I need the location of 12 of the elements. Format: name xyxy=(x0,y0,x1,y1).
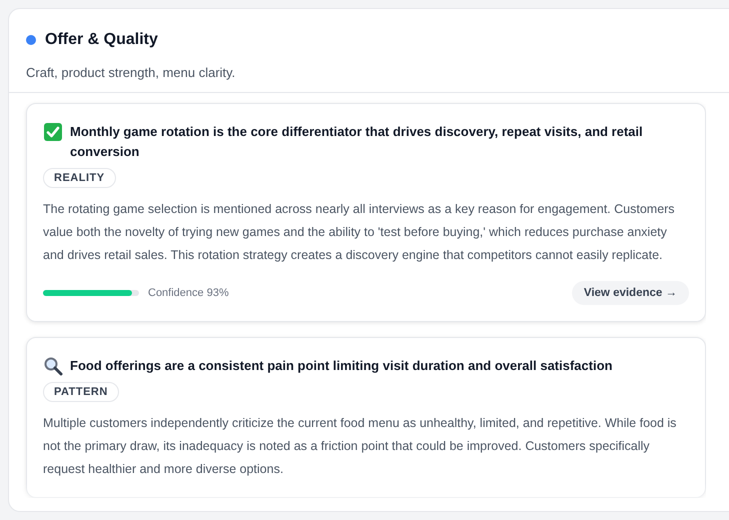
insight-description: The rotating game selection is mentioned across nearly all interviews as a key reason for engagement. Customers value both the novelty of trying new games and the ability to 'test before buying,' which reduces purchase anxiety and drives retail sales. This rotation strategy creates a discovery engine that competitors cannot easily replicate. xyxy=(43,201,676,264)
magnifier-icon xyxy=(43,356,63,376)
insight-title: Monthly game rotation is the core differentiator that drives discovery, repeat visits, and retail conversion xyxy=(70,123,644,161)
insight-tag: PATTERN xyxy=(43,382,119,402)
confidence-label: Confidence 93% xyxy=(148,287,229,299)
checkmark-icon xyxy=(43,122,63,142)
section-title: Offer & Quality xyxy=(45,31,158,49)
insight-tag: REALITY xyxy=(43,168,116,188)
insight-title: Food offerings are a consistent pain point limiting visit duration and overall satisfaction xyxy=(70,357,612,375)
section-subtitle: Craft, product strength, menu clarity. xyxy=(26,65,236,80)
view-evidence-button[interactable]: View evidence → xyxy=(572,281,689,305)
insight-description: Multiple customers independently criticize the current food menu as unhealthy, limited, and repetitive. While food is not the primary draw, its inadequacy is noted as a friction point that could be improved. Customers specifically request healthier and more diverse options. xyxy=(43,415,678,478)
